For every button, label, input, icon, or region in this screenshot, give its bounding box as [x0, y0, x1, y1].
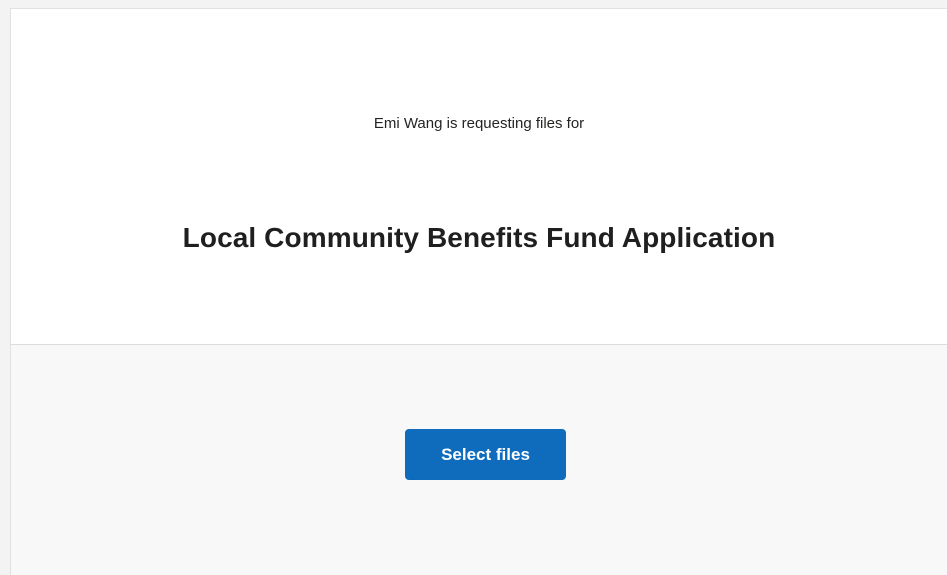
file-request-page: Emi Wang is requesting files for Local C…	[0, 0, 947, 575]
requester-line: Emi Wang is requesting files for	[373, 115, 585, 132]
request-header: Emi Wang is requesting files for Local C…	[11, 9, 947, 345]
upload-action-area: Select files	[11, 345, 947, 575]
file-request-card: Emi Wang is requesting files for Local C…	[10, 8, 947, 575]
select-files-button[interactable]: Select files	[405, 429, 566, 480]
request-title: Local Community Benefits Fund Applicatio…	[182, 222, 776, 253]
